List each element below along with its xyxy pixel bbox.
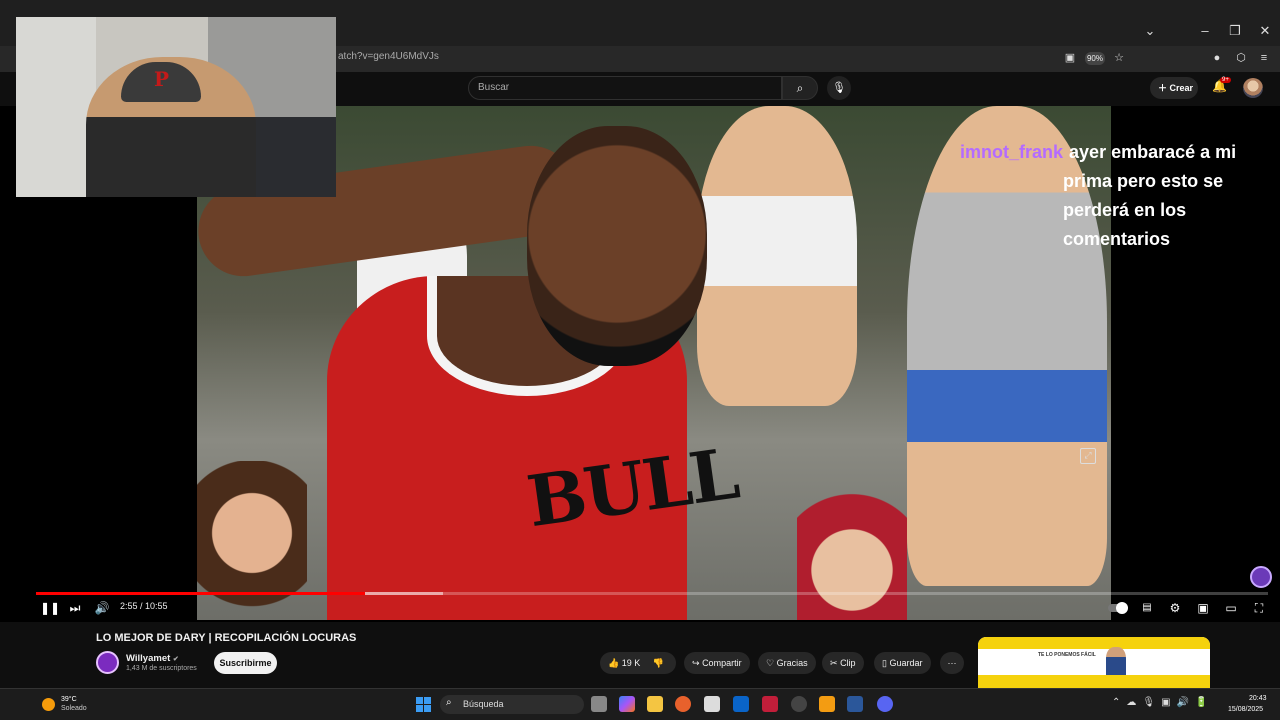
copilot-icon[interactable] (619, 696, 635, 712)
clip-button[interactable]: ✂ Clip (822, 652, 864, 674)
taskbar-search-input[interactable] (440, 695, 584, 714)
thanks-label: Gracias (776, 658, 808, 668)
clock-time[interactable]: 20:43 (1249, 695, 1267, 702)
search-icon: ⌕ (796, 81, 804, 95)
subscribe-button[interactable]: Suscribirme (214, 652, 277, 674)
cast-icon[interactable]: ▣ (1062, 50, 1078, 66)
search-button[interactable]: ⌕ (782, 76, 818, 100)
menu-icon[interactable]: ≡ (1256, 50, 1272, 66)
subscriber-count: 1,43 M de suscriptores (126, 665, 197, 672)
sublime-icon[interactable] (819, 696, 835, 712)
close-icon[interactable]: ✕ (1255, 22, 1275, 40)
thumbs-down-icon[interactable]: 👎 (653, 658, 664, 668)
bookmark-star-icon[interactable]: ☆ (1111, 50, 1127, 66)
time-readout: 2:55 / 10:55 (120, 601, 168, 611)
browser-tab-strip (336, 16, 1280, 46)
progress-bar[interactable] (36, 592, 1268, 595)
share-icon: ↪ (692, 658, 700, 668)
clip-label: Clip (840, 658, 856, 668)
streamer-webcam: P (16, 17, 336, 197)
bookmark-icon: ▯ (882, 658, 887, 668)
like-dislike-button[interactable]: 👍 19 K 👎 (600, 652, 676, 674)
volume-icon[interactable]: 🔊 (94, 600, 110, 616)
account-avatar[interactable] (1243, 78, 1263, 98)
voice-search-button[interactable]: 🎙 (827, 76, 851, 100)
minimize-icon[interactable]: – (1195, 22, 1215, 40)
tab-list-icon[interactable]: ⌄ (1140, 22, 1160, 40)
seated-person (697, 106, 857, 406)
stream-chat-overlay: imnot_frank ayer embaracé a mi prima per… (960, 138, 1260, 254)
subtitles-icon[interactable]: ▤ (1138, 600, 1156, 616)
autoplay-knob[interactable] (1116, 602, 1128, 614)
channel-avatar[interactable] (96, 651, 119, 674)
system-tray[interactable]: ⌃☁🎙▣🔊🔋 (1112, 697, 1213, 708)
next-icon[interactable]: ⏭ (67, 600, 83, 616)
channel-watermark-icon[interactable] (1250, 566, 1272, 588)
save-button[interactable]: ▯ Guardar (874, 652, 931, 674)
expand-icon[interactable]: ⤢ (1080, 448, 1096, 464)
word-icon[interactable] (847, 696, 863, 712)
weather-condition[interactable]: Soleado (61, 705, 87, 712)
ad-text: TE LO PONEMOS FÁCIL (1038, 652, 1096, 658)
ad-stripe-bottom (978, 675, 1210, 689)
channel-name-text[interactable]: Willyamet (126, 653, 170, 664)
thumbs-up-icon[interactable]: 👍 (608, 658, 619, 668)
red-haired-person (797, 486, 907, 620)
outlook-icon[interactable] (733, 696, 749, 712)
notifications-badge: 9+ (1220, 77, 1231, 83)
file-explorer-icon[interactable] (647, 696, 663, 712)
like-count: 19 K (621, 658, 641, 668)
main-person-head (527, 126, 707, 366)
scissors-icon: ✂ (830, 658, 838, 668)
ad-person (1106, 647, 1126, 675)
more-actions-button[interactable]: ··· (940, 652, 964, 674)
thanks-icon: ♡ (766, 658, 775, 668)
chat-message: ayer embaracé a mi prima pero esto se pe… (1063, 142, 1237, 249)
fullscreen-icon[interactable]: ⛶ (1250, 600, 1268, 616)
discord-icon[interactable] (877, 696, 893, 712)
sidebar-ad[interactable]: TE LO PONEMOS FÁCIL (978, 637, 1210, 689)
app-icon-circle[interactable] (791, 696, 807, 712)
task-view-icon[interactable] (591, 696, 607, 712)
clock-date[interactable]: 15/08/2025 (1228, 706, 1263, 713)
save-label: Guardar (889, 658, 923, 668)
share-button[interactable]: ↪ Compartir (684, 652, 750, 674)
info-icon[interactable]: ● (1209, 50, 1225, 66)
firefox-icon[interactable] (675, 696, 691, 712)
miniplayer-icon[interactable]: ▣ (1194, 600, 1212, 616)
search-icon: ⌕ (446, 697, 452, 708)
settings-gear-icon[interactable]: ⚙ (1166, 600, 1184, 616)
windows-taskbar (0, 688, 1280, 720)
maximize-icon[interactable]: ❐ (1225, 22, 1245, 40)
share-label: Compartir (702, 658, 742, 668)
cap-logo: P (154, 67, 170, 91)
windows-start-icon[interactable] (416, 697, 431, 712)
app-icon-red[interactable] (762, 696, 778, 712)
microphone-icon: 🎙 (832, 82, 846, 94)
url-text[interactable]: atch?v=gen4U6MdVJs (338, 51, 439, 62)
verified-icon: ✔ (172, 656, 179, 663)
video-title: LO MEJOR DE DARY | RECOPILACIÓN LOCURAS (96, 632, 357, 644)
create-label: Crear (1169, 83, 1194, 93)
theater-mode-icon[interactable]: ▭ (1222, 600, 1240, 616)
thanks-button[interactable]: ♡ Gracias (758, 652, 816, 674)
sun-icon[interactable] (42, 698, 55, 711)
smiling-girl (197, 461, 307, 620)
create-button[interactable]: ＋ Crear (1150, 77, 1198, 99)
chat-username: imnot_frank (960, 142, 1064, 162)
channel-name[interactable]: Willyamet ✔ (126, 653, 179, 664)
taskbar-search-text: Búsqueda (463, 699, 504, 709)
progress-played (36, 592, 365, 595)
weather-temperature[interactable]: 39°C (61, 696, 77, 703)
pause-icon[interactable]: ❚❚ (40, 600, 60, 616)
ad-stripe (978, 637, 1210, 649)
search-placeholder: Buscar (478, 82, 510, 93)
store-icon[interactable] (704, 696, 720, 712)
zoom-level-badge[interactable]: 90% (1085, 52, 1105, 65)
search-input[interactable] (468, 76, 782, 100)
extensions-icon[interactable]: ⬡ (1233, 50, 1249, 66)
